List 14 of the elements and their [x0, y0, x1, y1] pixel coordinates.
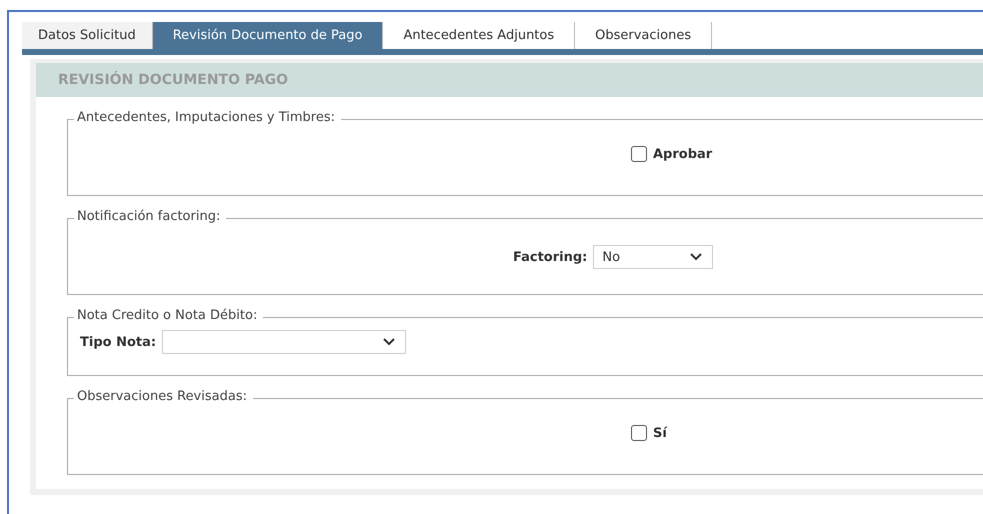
fieldset-legend: Antecedentes, Imputaciones y Timbres:	[74, 110, 342, 125]
panel-title: REVISIÓN DOCUMENTO PAGO	[36, 63, 983, 97]
chevron-down-icon	[690, 253, 702, 261]
tab[interactable]: Revisión Documento de Pago	[152, 22, 384, 49]
checkbox[interactable]	[631, 146, 647, 162]
field-label: Factoring:	[513, 250, 588, 264]
checkbox[interactable]	[631, 425, 647, 441]
tab[interactable]: Datos Solicitud	[22, 22, 153, 49]
checkbox-label: Sí	[653, 426, 667, 440]
field-label: Tipo Nota:	[80, 334, 156, 350]
dropdown[interactable]: No	[593, 245, 714, 269]
fieldset-legend: Notificación factoring:	[74, 209, 226, 224]
chevron-down-icon	[383, 338, 396, 346]
checkbox-label: Aprobar	[653, 146, 712, 162]
